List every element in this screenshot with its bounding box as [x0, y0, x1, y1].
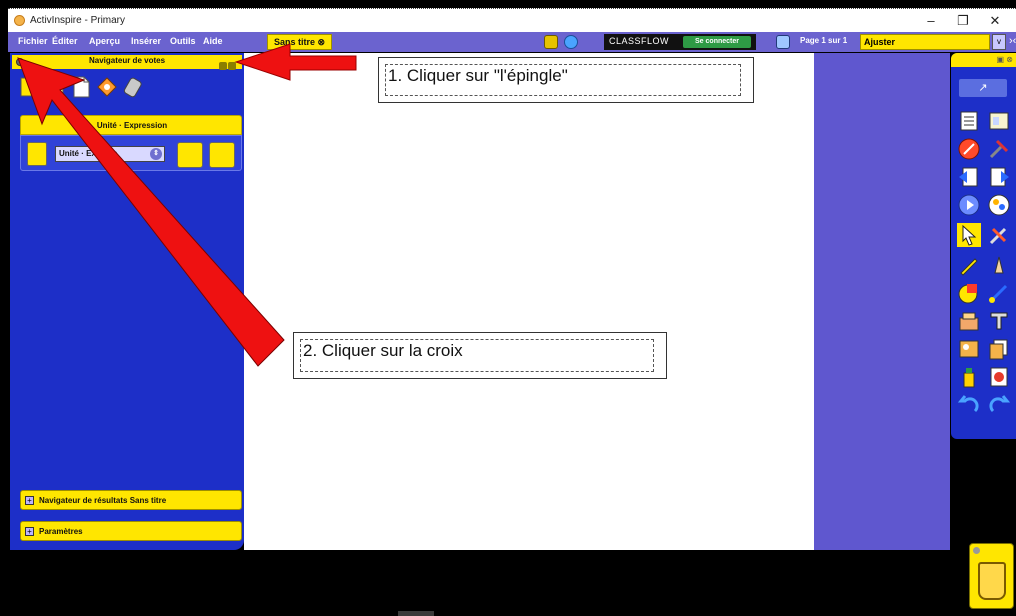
fill-icon[interactable]	[957, 309, 981, 333]
toolbox-row	[957, 281, 1013, 307]
page-indicator: Page 1 sur 1	[800, 36, 848, 45]
spinner-icon[interactable]	[96, 75, 118, 99]
annotation-step-2-text: 2. Cliquer sur la croix	[300, 339, 654, 372]
panel-header-controls	[218, 57, 238, 70]
question-type-body: Unité · Express ⇕	[20, 135, 242, 171]
shapes-icon[interactable]	[957, 281, 981, 305]
collapse-toolbar-icon[interactable]: ›‹	[1009, 35, 1016, 47]
select-arrow-icon: ⇕	[150, 148, 162, 160]
vote-navigator-panel: Navigateur de votes Unité · Expression U…	[10, 53, 244, 550]
question-sheet-icon[interactable]	[27, 142, 47, 166]
minimize-button[interactable]: –	[916, 11, 946, 31]
annotation-step-1: 1. Cliquer sur "l'épingle"	[378, 57, 754, 103]
clear-page-icon[interactable]	[987, 365, 1011, 389]
annotation-step-1-text: 1. Cliquer sur "l'épingle"	[385, 64, 741, 96]
select-arrow-tool-icon[interactable]	[957, 223, 981, 247]
trash-panel[interactable]	[969, 543, 1014, 609]
menu-bar: Fichier Éditer Aperçu Insérer Outils Aid…	[8, 32, 1016, 52]
toolbox-row	[957, 165, 1013, 191]
toolbox-header: ▣ ⊗	[951, 53, 1016, 67]
trash-can-icon[interactable]	[978, 562, 1006, 600]
redo-icon[interactable]	[987, 393, 1011, 417]
toolbox-row	[957, 365, 1013, 391]
toolbox-header-icons[interactable]: ▣ ⊗	[997, 55, 1013, 64]
classflow-bar: CLASSFLOW Se connecter	[604, 34, 756, 50]
clip-art-icon[interactable]	[957, 337, 981, 361]
window-title: ActivInspire - Primary	[30, 15, 126, 26]
question-type-select[interactable]: Unité · Express ⇕	[55, 146, 165, 162]
menu-view[interactable]: Aperçu	[89, 36, 120, 46]
connector-icon[interactable]	[987, 281, 1011, 305]
page-margin-area	[814, 53, 950, 550]
results-navigator-row[interactable]: + Navigateur de résultats Sans titre	[20, 490, 242, 510]
vote-start-icon[interactable]	[18, 75, 40, 99]
toolbox-row	[957, 223, 1013, 249]
text-icon[interactable]	[987, 309, 1011, 333]
toolbox-row	[957, 109, 1013, 135]
window-titlebar: ActivInspire - Primary – ❐ ✕	[8, 8, 1016, 32]
highlighter-icon[interactable]	[987, 253, 1011, 277]
vote-document-icon[interactable]	[70, 75, 92, 99]
zoom-select[interactable]: Ajuster	[860, 34, 990, 50]
color-picker-icon[interactable]	[987, 193, 1011, 217]
toolbox-row	[957, 337, 1013, 363]
scroll-handle[interactable]	[398, 611, 434, 616]
share-button[interactable]: ↗	[959, 79, 1007, 97]
close-button[interactable]: ✕	[980, 11, 1010, 31]
eraser-spray-icon[interactable]	[957, 365, 981, 389]
maximize-button[interactable]: ❐	[948, 11, 978, 31]
menu-file[interactable]: Fichier	[18, 36, 48, 46]
expand-icon: +	[25, 496, 34, 505]
toolbox-row	[957, 309, 1013, 335]
parameters-row[interactable]: + Paramètres	[20, 521, 242, 541]
zoom-dropdown-arrow[interactable]: v	[992, 34, 1006, 50]
play-icon[interactable]	[957, 193, 981, 217]
panel-menu-icon[interactable]	[219, 62, 227, 70]
vote-list-icon[interactable]	[44, 75, 66, 99]
classflow-label: CLASSFLOW	[609, 36, 670, 46]
question-type-header: Unité · Expression	[20, 115, 242, 135]
next-page-icon[interactable]	[987, 165, 1011, 189]
tab-sans-titre[interactable]: Sans titre ⊗	[267, 34, 333, 50]
menu-insert[interactable]: Insérer	[131, 36, 161, 46]
previous-page-icon[interactable]	[957, 165, 981, 189]
user-icon[interactable]	[564, 35, 578, 49]
activinspire-screen: ActivInspire - Primary – ❐ ✕ Fichier Édi…	[0, 0, 1016, 616]
vote-navigator-header: Navigateur de votes	[12, 55, 242, 70]
parameters-label: Paramètres	[39, 527, 83, 536]
toolbox-row	[957, 137, 1013, 163]
trash-pin-icon[interactable]	[973, 547, 980, 554]
no-entry-icon[interactable]	[957, 137, 981, 161]
menu-edit[interactable]: Éditer	[52, 36, 78, 46]
menu-help[interactable]: Aide	[203, 36, 223, 46]
duplicate-page-icon[interactable]	[987, 337, 1011, 361]
toolbox-row	[957, 393, 1013, 419]
toolbox-row	[957, 193, 1013, 219]
activinspire-logo-icon	[14, 15, 25, 26]
resources-icon[interactable]	[987, 109, 1011, 133]
pen-icon[interactable]	[957, 253, 981, 277]
flipchart-icon[interactable]	[544, 35, 558, 49]
toolbox-row	[957, 253, 1013, 279]
notes-icon[interactable]	[957, 109, 981, 133]
flipchart-page[interactable]	[244, 53, 814, 550]
lock-key-icon[interactable]	[209, 142, 235, 168]
menu-tools[interactable]: Outils	[170, 36, 196, 46]
bottom-dock	[0, 550, 969, 616]
expand-icon: +	[25, 527, 34, 536]
page-thumbnail-icon[interactable]	[776, 35, 790, 49]
main-toolbox: ▣ ⊗ ↗	[951, 53, 1016, 439]
classflow-connect-button[interactable]: Se connecter	[683, 36, 751, 48]
voting-device-icon[interactable]	[122, 75, 144, 99]
results-navigator-label: Navigateur de résultats Sans titre	[39, 496, 167, 505]
undo-icon[interactable]	[957, 393, 981, 417]
magic-tools-icon[interactable]	[987, 223, 1011, 247]
tools-icon[interactable]	[987, 137, 1011, 161]
annotation-step-2: 2. Cliquer sur la croix	[293, 332, 667, 379]
vote-navigator-title: Navigateur de votes	[88, 56, 166, 65]
question-type-select-value: Unité · Express	[59, 149, 118, 158]
question-help-icon[interactable]	[177, 142, 203, 168]
panel-close-icon[interactable]	[228, 62, 236, 70]
question-type-title: Unité · Expression	[96, 121, 168, 130]
